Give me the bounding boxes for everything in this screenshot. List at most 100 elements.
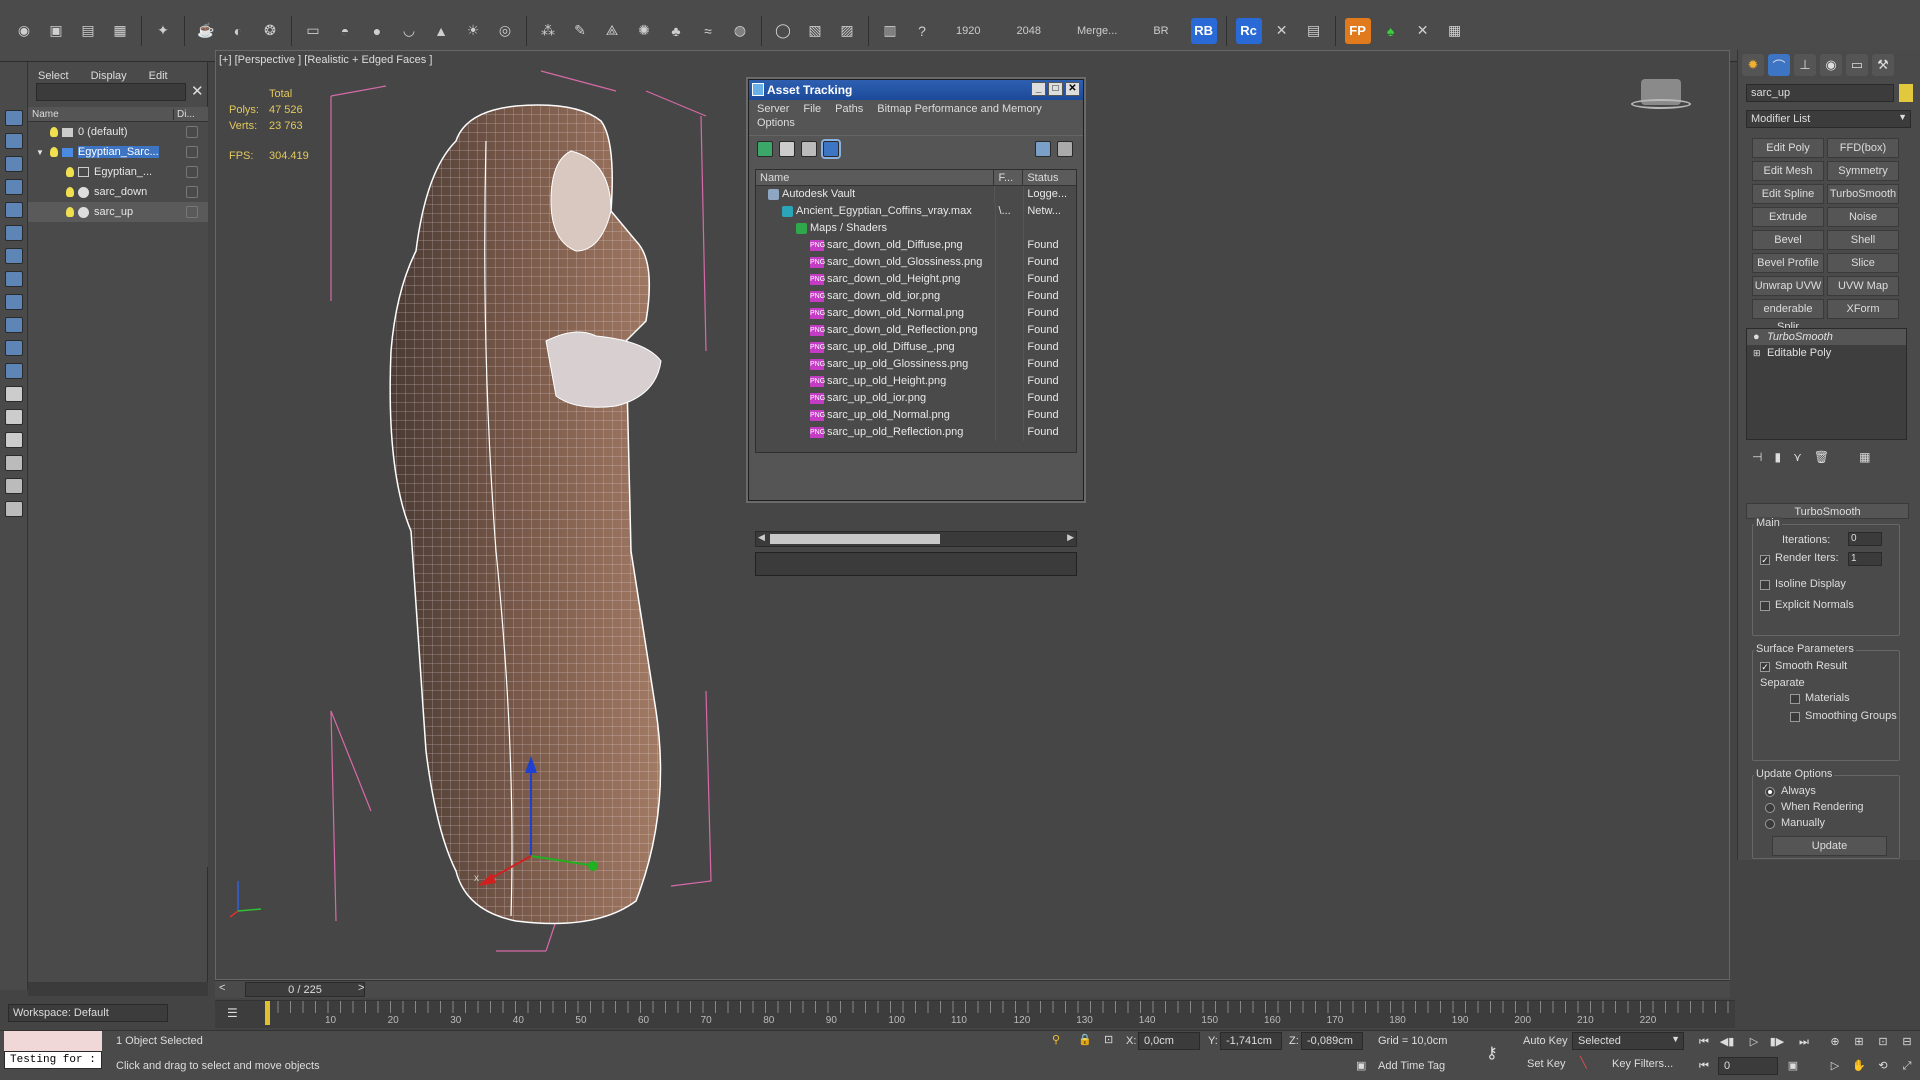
filter-lights-icon[interactable] xyxy=(5,179,23,195)
menu-select[interactable]: Select xyxy=(38,70,69,82)
fp-button[interactable]: FP xyxy=(1344,17,1371,44)
filter-containers-icon[interactable] xyxy=(5,340,23,356)
bulb-icon[interactable] xyxy=(66,167,74,177)
curve-editor-icon[interactable]: ☰ xyxy=(227,1006,238,1020)
maximize-button[interactable]: □ xyxy=(1048,82,1063,96)
asset-row[interactable]: PNG sarc_up_old_Diffuse_.png Found xyxy=(756,339,1076,356)
sun-icon[interactable]: ☀ xyxy=(461,19,485,43)
filter-shapes-icon[interactable] xyxy=(5,156,23,172)
asset-row[interactable]: Maps / Shaders xyxy=(756,220,1076,237)
lamp-icon[interactable]: ✦ xyxy=(151,19,175,43)
add-time-tag[interactable]: Add Time Tag xyxy=(1378,1060,1445,1072)
help-icon[interactable] xyxy=(1035,140,1051,157)
key-mode-toggle-icon[interactable]: ⏮ xyxy=(1695,1057,1713,1075)
fov-icon[interactable]: ▷ xyxy=(1826,1057,1844,1075)
freeze-icon[interactable] xyxy=(186,186,198,198)
modifier-button[interactable]: TurboSmooth xyxy=(1827,184,1899,204)
pin-stack-icon[interactable]: ⊣ xyxy=(1752,450,1762,470)
asset-row[interactable]: PNG sarc_down_old_Normal.png Found xyxy=(756,305,1076,322)
filter-geometry-icon[interactable] xyxy=(5,133,23,149)
close-button[interactable]: ✕ xyxy=(1065,82,1080,96)
teapot-icon[interactable]: ☕ xyxy=(194,19,218,43)
freeze-icon[interactable] xyxy=(186,126,198,138)
column-status[interactable]: Status xyxy=(1023,170,1076,185)
smoothing-groups-checkbox[interactable] xyxy=(1790,712,1800,722)
rc-button[interactable]: Rc xyxy=(1235,17,1262,44)
modifier-button[interactable]: XForm xyxy=(1827,299,1899,319)
help-context-icon[interactable] xyxy=(1057,140,1073,157)
column-full-path[interactable]: F... xyxy=(994,170,1024,185)
document-icon[interactable]: ▤ xyxy=(76,19,100,43)
plant-icon[interactable]: ♣ xyxy=(664,19,688,43)
materials-checkbox[interactable] xyxy=(1790,694,1800,704)
filter-xrefs-icon[interactable] xyxy=(5,294,23,310)
frame-buffer-icon[interactable]: ▨ xyxy=(835,19,859,43)
modifier-button[interactable]: Noise xyxy=(1827,207,1899,227)
render-iters-checkbox[interactable]: ✓ xyxy=(1760,555,1770,565)
modifier-button[interactable]: Unwrap UVW xyxy=(1752,276,1824,296)
key-mode-dropdown[interactable]: Selected ▼ xyxy=(1572,1032,1684,1050)
current-frame-field[interactable]: 0 xyxy=(1718,1057,1778,1075)
bulb-icon[interactable] xyxy=(50,127,58,137)
sphere-wire-icon[interactable]: ◐ xyxy=(226,19,250,43)
scroll-right-icon[interactable]: ▶ xyxy=(1067,532,1074,543)
layers-icon[interactable]: ▧ xyxy=(803,19,827,43)
column-name[interactable]: Name xyxy=(28,109,173,120)
maximize-viewport-icon[interactable]: ⤢ xyxy=(1898,1057,1916,1075)
bowl-icon[interactable]: ◡ xyxy=(397,19,421,43)
modifier-button[interactable]: Extrude xyxy=(1752,207,1824,227)
iterations-spinner[interactable]: 0 xyxy=(1848,532,1882,546)
merge-button[interactable]: Merge... xyxy=(1077,25,1117,37)
tree-row-default-layer[interactable]: 0 (default) xyxy=(28,122,208,142)
pan-icon[interactable]: ✋ xyxy=(1850,1057,1868,1075)
dome-icon[interactable]: ◓ xyxy=(333,19,357,43)
zoom-all-icon[interactable]: ⊞ xyxy=(1850,1033,1868,1051)
expand-plus-icon[interactable]: ⊞ xyxy=(1753,345,1761,361)
freeze-icon[interactable] xyxy=(186,146,198,158)
orbit-icon[interactable]: ⟲ xyxy=(1874,1057,1892,1075)
bulb-icon[interactable] xyxy=(66,207,74,217)
menu-options[interactable]: Options xyxy=(749,115,1083,131)
explorer-search-input[interactable] xyxy=(36,83,186,101)
current-frame-marker[interactable] xyxy=(265,1001,270,1025)
modifier-button[interactable]: UVW Map xyxy=(1827,276,1899,296)
zoom-extents-all-icon[interactable]: ⊟ xyxy=(1898,1033,1916,1051)
freeze-icon[interactable] xyxy=(186,166,198,178)
next-frame-icon[interactable]: ▮▶ xyxy=(1768,1033,1786,1051)
manually-radio[interactable] xyxy=(1765,819,1775,829)
find-icon[interactable] xyxy=(5,478,23,494)
filter-cameras-icon[interactable] xyxy=(5,202,23,218)
asset-row[interactable]: Autodesk Vault Logge... xyxy=(756,186,1076,203)
fur-icon[interactable]: ✺ xyxy=(632,19,656,43)
modify-tab-icon[interactable]: ⌒ xyxy=(1768,54,1790,76)
modifier-button[interactable]: FFD(box) xyxy=(1827,138,1899,158)
modifier-button[interactable]: enderable Splir xyxy=(1752,299,1824,333)
remove-modifier-icon[interactable]: 🗑 xyxy=(1814,450,1829,470)
display-all-icon[interactable] xyxy=(5,386,23,402)
asset-row[interactable]: PNG sarc_down_old_Diffuse.png Found xyxy=(756,237,1076,254)
modifier-list-dropdown[interactable]: Modifier List ▼ xyxy=(1746,110,1911,128)
stack-item-editable-poly[interactable]: ⊞ Editable Poly xyxy=(1747,345,1906,361)
tree-view-icon[interactable] xyxy=(801,140,817,157)
render-iters-spinner[interactable]: 1 xyxy=(1848,552,1882,566)
modifier-button[interactable]: Bevel xyxy=(1752,230,1824,250)
open-file-icon[interactable]: ◉ xyxy=(12,19,36,43)
maxscript-mini-listener[interactable]: Testing for : xyxy=(4,1051,102,1069)
explicit-normals-checkbox[interactable] xyxy=(1760,601,1770,611)
bulb-icon[interactable] xyxy=(66,187,74,197)
x-coordinate-field[interactable]: 0,0cm xyxy=(1138,1032,1200,1050)
filter-objects-icon[interactable] xyxy=(5,110,23,126)
explorer-scrollbar[interactable] xyxy=(28,982,208,996)
utilities-tab-icon[interactable]: ⚒ xyxy=(1872,54,1894,76)
column-display[interactable]: Di... xyxy=(173,108,203,120)
modifier-button[interactable]: Edit Spline xyxy=(1752,184,1824,204)
auto-key-button[interactable]: Auto Key xyxy=(1523,1035,1568,1047)
scrollbar-thumb[interactable] xyxy=(770,534,940,544)
modifier-button[interactable]: Edit Poly xyxy=(1752,138,1824,158)
asset-row[interactable]: PNG sarc_down_old_ior.png Found xyxy=(756,288,1076,305)
settings-panel-icon[interactable]: ▥ xyxy=(878,19,902,43)
go-to-start-icon[interactable]: ⏮ xyxy=(1695,1033,1713,1051)
filter-frozen-icon[interactable] xyxy=(5,363,23,379)
key-filters-button[interactable]: Key Filters... xyxy=(1612,1058,1673,1070)
asset-row[interactable]: PNG sarc_up_old_Glossiness.png Found xyxy=(756,356,1076,373)
